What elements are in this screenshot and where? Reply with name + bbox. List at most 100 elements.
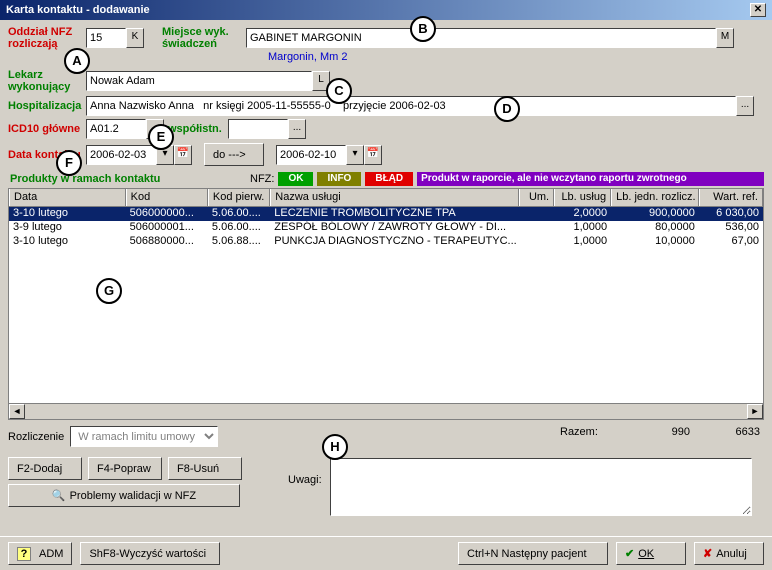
uwagi-label: Uwagi:: [288, 474, 322, 486]
cell: 1,0000: [554, 235, 611, 249]
table-row[interactable]: 3-9 lutego506000001...5.06.00....ZESPÓŁ …: [9, 221, 763, 235]
tag-err: BŁĄD: [365, 172, 413, 186]
label-icd10g: ICD10 główne: [8, 123, 86, 135]
razem-label: Razem:: [560, 426, 620, 438]
cell: 506880000...: [126, 235, 208, 249]
tag-info: INFO: [317, 172, 361, 186]
cell: [519, 221, 554, 235]
col-nazwa[interactable]: Nazwa usługi: [270, 189, 519, 206]
data-do-spin[interactable]: ▾: [346, 145, 364, 165]
callout-g: G: [96, 278, 122, 304]
callout-a: A: [64, 48, 90, 74]
f2-dodaj-button[interactable]: F2-Dodaj: [8, 457, 82, 480]
cell: 5.06.88....: [208, 235, 270, 249]
cell: PUNKCJA DIAGNOSTYCZNO - TERAPEUTYC...: [270, 235, 519, 249]
callout-e: E: [148, 124, 174, 150]
footer: ? ADM ShF8-Wyczyść wartości Ctrl+N Nastę…: [0, 536, 772, 570]
hospitalizacja-lookup-button[interactable]: ...: [736, 96, 754, 116]
cell: 536,00: [699, 221, 763, 235]
cell: [519, 235, 554, 249]
miejsce-input[interactable]: [246, 28, 716, 48]
table-row[interactable]: 3-10 lutego506880000...5.06.88....PUNKCJ…: [9, 235, 763, 249]
callout-c: C: [326, 78, 352, 104]
data-do-input[interactable]: [276, 145, 346, 165]
titlebar: Karta kontaktu - dodawanie ✕: [0, 0, 772, 20]
cell: [519, 207, 554, 221]
cell: 80,0000: [611, 221, 699, 235]
callout-f: F: [56, 150, 82, 176]
icd10w-lookup-button[interactable]: ...: [288, 119, 306, 139]
cell: 506000001...: [126, 221, 208, 235]
produkty-header: Produkty w ramach kontaktu NFZ: OK INFO …: [8, 170, 764, 188]
col-kod[interactable]: Kod: [126, 189, 208, 206]
label-hospitalizacja: Hospitalizacja: [8, 100, 86, 112]
oddzial-input[interactable]: [86, 28, 126, 48]
problemy-button[interactable]: 🔍 Problemy walidacji w NFZ: [8, 484, 240, 507]
data-do-cal-icon[interactable]: 📅: [364, 145, 382, 165]
cell: 506000000...: [126, 207, 208, 221]
close-icon[interactable]: ✕: [750, 3, 766, 17]
cell: 10,0000: [611, 235, 699, 249]
data-od-input[interactable]: [86, 145, 156, 165]
icd10w-input[interactable]: [228, 119, 288, 139]
check-icon: ✔: [625, 547, 634, 560]
f8-usun-button[interactable]: F8-Usuń: [168, 457, 242, 480]
question-icon: ?: [17, 547, 31, 561]
grid-header: Data Kod Kod pierw. Nazwa usługi Um. Lb.…: [9, 189, 763, 207]
col-kodpierw[interactable]: Kod pierw.: [208, 189, 270, 206]
cell: 5.06.00....: [208, 221, 270, 235]
window-title: Karta kontaktu - dodawanie: [6, 4, 150, 16]
cell: 67,00: [699, 235, 763, 249]
produkty-title: Produkty w ramach kontaktu: [8, 173, 250, 185]
cell: 5.06.00....: [208, 207, 270, 221]
cell: 2,0000: [554, 207, 611, 221]
col-wart[interactable]: Wart. ref.: [699, 189, 763, 206]
col-um[interactable]: Um.: [519, 189, 554, 206]
ok-button[interactable]: ✔ OK: [616, 542, 686, 565]
hospitalizacja-input[interactable]: [86, 96, 736, 116]
table-row[interactable]: 3-10 lutego506000000...5.06.00....LECZEN…: [9, 207, 763, 221]
bottom-panel: Razem: 990 6633 Rozliczenie W ramach lim…: [0, 420, 772, 513]
cell: 900,0000: [611, 207, 699, 221]
cell: 3-10 lutego: [9, 235, 126, 249]
shf8-button[interactable]: ShF8-Wyczyść wartości: [80, 542, 220, 565]
callout-d: D: [494, 96, 520, 122]
anuluj-button[interactable]: ✘ Anuluj: [694, 542, 764, 565]
ok-label: OK: [638, 548, 654, 560]
cell: 3-9 lutego: [9, 221, 126, 235]
adm-label: ADM: [39, 548, 63, 560]
scroll-right-icon[interactable]: ►: [747, 404, 763, 419]
produkty-grid: Data Kod Kod pierw. Nazwa usługi Um. Lb.…: [8, 188, 764, 404]
rozliczenie-select[interactable]: W ramach limitu umowy: [70, 426, 218, 447]
cell: 6 030,00: [699, 207, 763, 221]
adm-button[interactable]: ? ADM: [8, 542, 72, 565]
label-miejsce: Miejsce wyk. świadczeń: [162, 26, 246, 50]
miejsce-subtext: Margonin, Mm 2: [268, 51, 764, 63]
h-scrollbar[interactable]: ◄ ►: [8, 404, 764, 420]
ctrln-button[interactable]: Ctrl+N Następny pacjent: [458, 542, 608, 565]
problemy-label: Problemy walidacji w NFZ: [70, 490, 197, 502]
scroll-left-icon[interactable]: ◄: [9, 404, 25, 419]
nfz-label: NFZ:: [250, 173, 274, 185]
miejsce-lookup-button[interactable]: M: [716, 28, 734, 48]
grid-body[interactable]: 3-10 lutego506000000...5.06.00....LECZEN…: [9, 207, 763, 403]
razem-v2: 6633: [690, 426, 760, 438]
oddzial-lookup-button[interactable]: K: [126, 28, 144, 48]
col-lbjedn[interactable]: Lb. jedn. rozlicz.: [611, 189, 699, 206]
cell: ZESPÓŁ BÓLOWY / ZAWROTY GŁOWY - DI...: [270, 221, 519, 235]
col-data[interactable]: Data: [9, 189, 126, 206]
lekarz-input[interactable]: [86, 71, 312, 91]
tag-report: Produkt w raporcie, ale nie wczytano rap…: [417, 172, 764, 186]
do-button[interactable]: do --->: [204, 143, 264, 166]
f4-popraw-button[interactable]: F4-Popraw: [88, 457, 162, 480]
totals: Razem: 990 6633: [560, 426, 760, 438]
cell: 3-10 lutego: [9, 207, 126, 221]
label-oddzial: Oddział NFZ rozliczają: [8, 26, 86, 50]
col-lbuslug[interactable]: Lb. usług: [554, 189, 611, 206]
data-od-cal-icon[interactable]: 📅: [174, 145, 192, 165]
anuluj-label: Anuluj: [716, 548, 747, 560]
icd10g-input[interactable]: [86, 119, 146, 139]
rozliczenie-label: Rozliczenie: [8, 431, 64, 443]
label-icd10w: współistn.: [168, 123, 228, 135]
uwagi-textarea[interactable]: [330, 458, 752, 516]
